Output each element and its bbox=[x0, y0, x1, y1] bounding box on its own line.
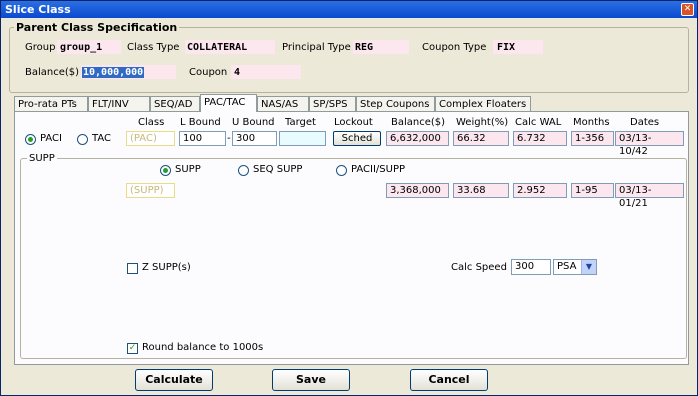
tac-label: TAC bbox=[92, 133, 111, 144]
seq-supp-option-label: SEQ SUPP bbox=[253, 164, 303, 175]
coupon-field bbox=[231, 65, 301, 79]
target-input[interactable] bbox=[279, 131, 326, 146]
sched-button[interactable]: Sched bbox=[333, 131, 381, 146]
supp-weight-field: 33.68 bbox=[453, 183, 509, 198]
tab-step-coupons[interactable]: Step Coupons bbox=[356, 96, 435, 111]
pac-weight-field: 66.32 bbox=[453, 131, 509, 146]
header-calc-wal: Calc WAL bbox=[515, 117, 562, 128]
principal-type-label: Principal Type bbox=[282, 42, 351, 53]
header-balance: Balance($) bbox=[391, 117, 446, 128]
coupon-type-value: FIX bbox=[497, 42, 516, 53]
slice-class-window: Slice Class ✕ Parent Class Specification… bbox=[0, 0, 698, 396]
calculate-button[interactable]: Calculate bbox=[135, 369, 213, 391]
tab-pac-tac[interactable]: PAC/TAC bbox=[200, 94, 257, 112]
pac-class-field[interactable]: (PAC) bbox=[126, 131, 175, 146]
tab-pro-rata-pts[interactable]: Pro-rata PTs bbox=[14, 96, 88, 111]
round-balance-label: Round balance to 1000s bbox=[142, 342, 264, 353]
pacii-supp-radio[interactable] bbox=[336, 165, 347, 176]
paci-label: PACI bbox=[40, 133, 62, 144]
save-button[interactable]: Save bbox=[272, 369, 350, 391]
header-lbound: L Bound bbox=[180, 117, 221, 128]
supp-legend: SUPP bbox=[29, 153, 55, 164]
calc-speed-label: Calc Speed bbox=[451, 262, 507, 273]
tac-radio[interactable] bbox=[77, 134, 88, 145]
coupon-label: Coupon bbox=[189, 67, 228, 78]
pac-balance-field: 6,632,000 bbox=[386, 131, 449, 146]
header-months: Months bbox=[573, 117, 610, 128]
paci-radio[interactable] bbox=[25, 134, 36, 145]
bound-dash: - bbox=[227, 133, 231, 144]
parent-class-spec-group: Parent Class Specification bbox=[9, 21, 689, 93]
pac-calc-wal-field: 6.732 bbox=[513, 131, 567, 146]
supp-dates-field: 03/13-01/21 bbox=[615, 183, 684, 209]
pac-months-field: 1-356 bbox=[571, 131, 614, 146]
header-ubound: U Bound bbox=[232, 117, 275, 128]
speed-unit-select[interactable]: PSA ▼ bbox=[553, 259, 597, 275]
header-dates: Dates bbox=[630, 117, 660, 128]
principal-type-value: REG bbox=[355, 42, 374, 53]
supp-class-field[interactable]: (SUPP) bbox=[126, 183, 175, 198]
tab-sp-sps[interactable]: SP/SPS bbox=[309, 96, 356, 111]
group-value: group_1 bbox=[60, 42, 103, 53]
speed-unit-value: PSA bbox=[557, 261, 577, 272]
balance-label: Balance($) bbox=[25, 67, 80, 78]
title-bar: Slice Class ✕ bbox=[1, 1, 697, 18]
tab-flt-inv[interactable]: FLT/INV bbox=[88, 96, 150, 111]
coupon-type-label: Coupon Type bbox=[422, 42, 487, 53]
header-lockout: Lockout bbox=[334, 117, 373, 128]
round-balance-checkbox[interactable]: ✓ bbox=[127, 343, 138, 354]
cancel-button[interactable]: Cancel bbox=[410, 369, 488, 391]
pacii-supp-option-label: PACII/SUPP bbox=[351, 164, 406, 175]
seq-supp-radio[interactable] bbox=[238, 165, 249, 176]
close-icon[interactable]: ✕ bbox=[681, 3, 694, 16]
supp-option-label: SUPP bbox=[175, 164, 201, 175]
supp-calc-wal-field: 2.952 bbox=[513, 183, 567, 198]
ubound-input[interactable]: 300 bbox=[232, 131, 277, 146]
group-label: Group bbox=[25, 42, 56, 53]
supp-radio[interactable] bbox=[160, 165, 171, 176]
z-supp-label: Z SUPP(s) bbox=[142, 262, 191, 273]
chevron-down-icon[interactable]: ▼ bbox=[581, 260, 596, 274]
window-title: Slice Class bbox=[5, 3, 71, 16]
tab-seq-ad[interactable]: SEQ/AD bbox=[150, 96, 200, 111]
class-type-label: Class Type bbox=[127, 42, 180, 53]
supp-balance-field: 3,368,000 bbox=[386, 183, 449, 198]
lbound-input[interactable]: 100 bbox=[179, 131, 226, 146]
header-target: Target bbox=[285, 117, 316, 128]
coupon-value: 4 bbox=[234, 67, 241, 78]
class-type-value: COLLATERAL bbox=[187, 42, 248, 53]
calc-speed-input[interactable]: 300 bbox=[511, 259, 551, 275]
tab-complex-floaters[interactable]: Complex Floaters bbox=[435, 96, 531, 111]
pac-dates-field: 03/13-10/42 bbox=[615, 131, 684, 157]
header-class: Class bbox=[138, 117, 165, 128]
tab-nas-as[interactable]: NAS/AS bbox=[257, 96, 309, 111]
header-weight: Weight(%) bbox=[456, 117, 509, 128]
supp-months-field: 1-95 bbox=[571, 183, 614, 198]
balance-value[interactable]: 10,000,000 bbox=[82, 67, 145, 78]
parent-class-spec-legend: Parent Class Specification bbox=[16, 21, 178, 34]
z-supp-checkbox[interactable] bbox=[127, 263, 138, 274]
